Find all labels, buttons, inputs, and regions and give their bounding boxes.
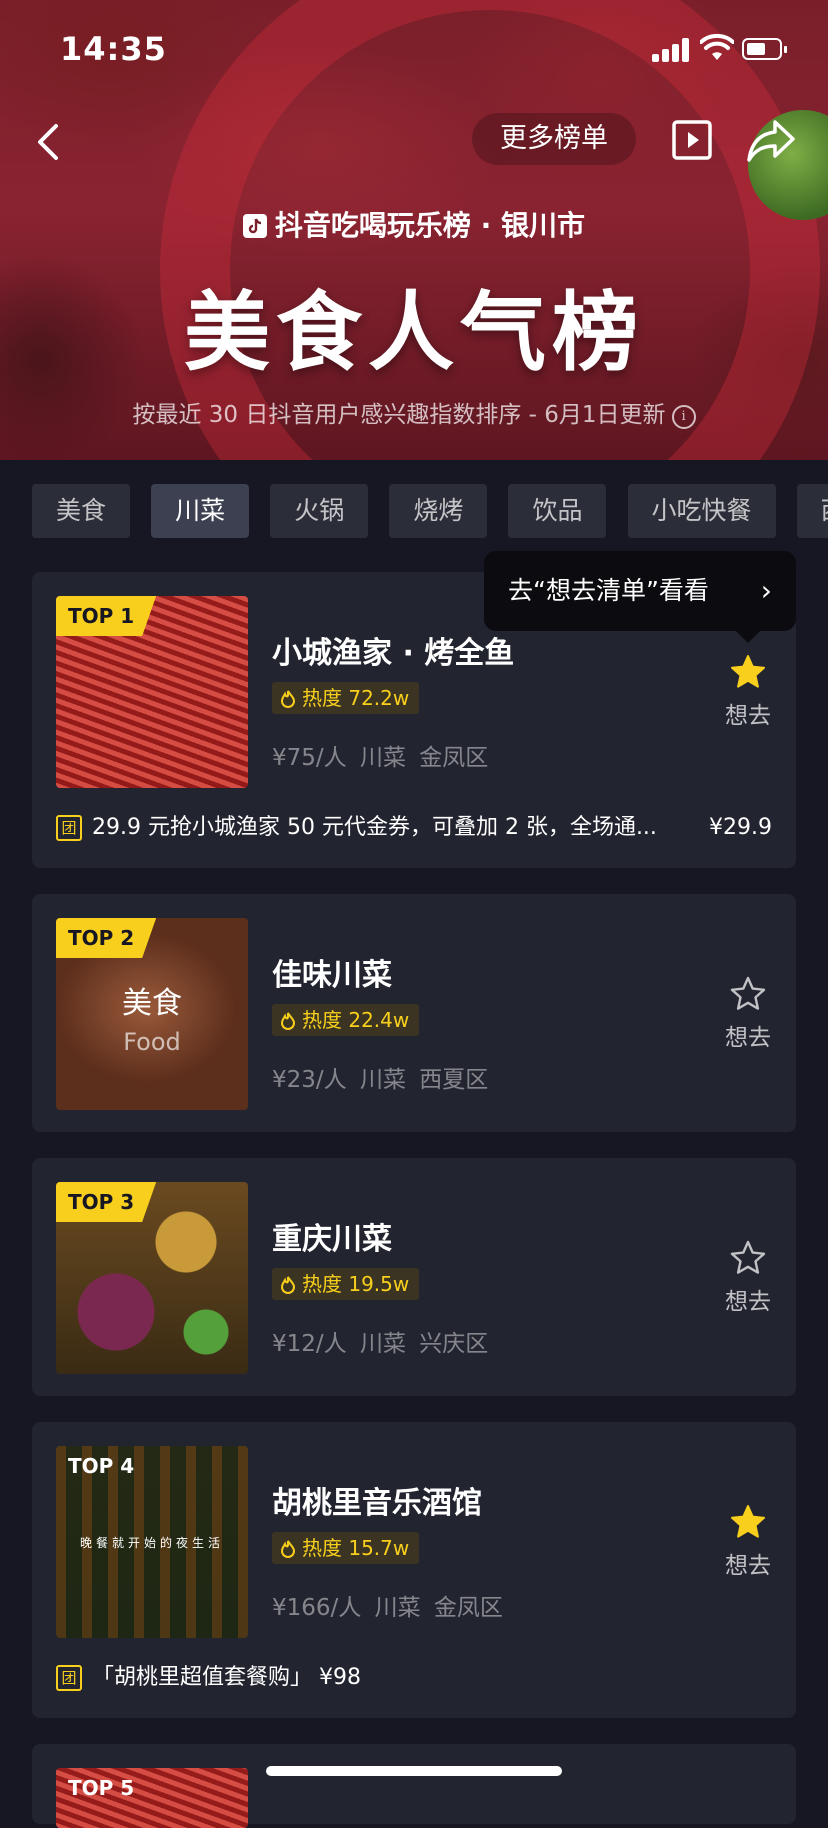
tab-chuancai[interactable]: 川菜 (151, 484, 250, 538)
district-label: 金凤区 (419, 745, 489, 771)
restaurant-image: TOP 2 美食 Food (56, 918, 248, 1110)
wifi-icon (700, 34, 734, 60)
heat-value: 热度 72.2w (302, 686, 410, 710)
want-to-go-button[interactable]: 想去 (718, 1240, 778, 1316)
tab-shaokao[interactable]: 烧烤 (389, 484, 488, 538)
deal-text: 「胡桃里超值套餐购」 ¥98 (92, 1665, 361, 1690)
flame-icon (280, 690, 296, 708)
price-per-person: ¥75/人 (272, 745, 347, 771)
status-bar: 14:35 (0, 0, 828, 100)
want-to-go-button[interactable]: 想去 (718, 654, 778, 730)
rank-badge: TOP 5 (68, 1776, 135, 1800)
heat-badge: 热度 15.7w (272, 1532, 420, 1564)
heat-badge: 热度 72.2w (272, 682, 420, 714)
ranking-card[interactable]: TOP 2 美食 Food 佳味川菜 热度 22.4w ¥23/人 川菜 西夏区… (32, 894, 796, 1132)
restaurant-name: 小城渔家 · 烤全鱼 (272, 636, 515, 671)
chevron-right-icon: › (760, 574, 772, 607)
price-per-person: ¥166/人 (272, 1595, 362, 1621)
ranking-card[interactable]: TOP 3 重庆川菜 热度 19.5w ¥12/人 川菜 兴庆区 想去 (32, 1158, 796, 1396)
tooltip-text: 去“想去清单”看看 (508, 576, 709, 605)
want-label: 想去 (725, 703, 771, 729)
heat-badge: 热度 19.5w (272, 1268, 420, 1300)
info-icon[interactable]: i (671, 405, 696, 429)
restaurant-meta: ¥12/人 川菜 兴庆区 (272, 1324, 488, 1358)
image-placeholder-text: Food (123, 1028, 181, 1056)
star-filled-icon (731, 1505, 765, 1538)
want-to-go-button[interactable]: 想去 (718, 976, 778, 1052)
tab-next[interactable]: 西 (796, 484, 828, 538)
home-indicator (266, 1766, 562, 1776)
cuisine-label: 川菜 (359, 745, 406, 771)
battery-icon (742, 38, 787, 60)
restaurant-meta: ¥23/人 川菜 西夏区 (272, 1060, 488, 1094)
heat-badge: 热度 22.4w (272, 1004, 420, 1036)
rank-badge: TOP 2 (56, 918, 157, 958)
restaurant-image: TOP 4 晚餐就开始的夜生活 (56, 1446, 248, 1638)
wishlist-tooltip[interactable]: 去“想去清单”看看 › (484, 551, 796, 643)
cellular-signal-icon (652, 38, 692, 62)
status-time: 14:35 (60, 30, 167, 68)
ranking-card[interactable]: TOP 4 晚餐就开始的夜生活 胡桃里音乐酒馆 热度 15.7w ¥166/人 … (32, 1422, 796, 1718)
rank-badge: TOP 3 (56, 1182, 157, 1222)
flame-icon (280, 1276, 296, 1294)
flame-icon (280, 1540, 296, 1558)
tab-xiaochi[interactable]: 小吃快餐 (627, 484, 776, 538)
more-lists-button[interactable]: 更多榜单 (472, 113, 636, 165)
tooltip-arrow (736, 631, 760, 643)
hero-banner: 14:35 更多榜单 抖音吃喝玩乐榜 · 银川市 美食人气榜 按最近 30 日抖… (0, 0, 828, 460)
want-label: 想去 (725, 1025, 771, 1051)
tab-meishi[interactable]: 美食 (32, 484, 131, 538)
price-per-person: ¥23/人 (272, 1067, 347, 1093)
group-buy-icon: 团 (56, 815, 82, 841)
deal-price: ¥29.9 (709, 815, 772, 840)
star-filled-icon (731, 655, 765, 688)
page-title: 美食人气榜 (184, 283, 644, 383)
price-per-person: ¥12/人 (272, 1331, 347, 1357)
back-arrow-icon[interactable] (30, 120, 66, 164)
rank-badge: TOP 1 (56, 596, 157, 636)
brand-label: 抖音吃喝玩乐榜 · 银川市 (0, 204, 828, 244)
district-label: 西夏区 (419, 1067, 489, 1093)
heat-value: 热度 22.4w (302, 1008, 410, 1032)
image-caption: 晚餐就开始的夜生活 (79, 1536, 224, 1550)
category-tabs: 美食 川菜 火锅 烧烤 饮品 小吃快餐 西 (32, 484, 828, 538)
district-label: 兴庆区 (419, 1331, 489, 1357)
restaurant-image: TOP 1 (56, 596, 248, 788)
restaurant-image: TOP 5 (56, 1768, 248, 1828)
share-icon[interactable] (745, 118, 797, 164)
subtitle-text: 按最近 30 日抖音用户感兴趣指数排序 - 6月1日更新 (132, 402, 666, 428)
ranking-card[interactable]: TOP 5 (32, 1744, 796, 1828)
star-outline-icon (730, 1240, 766, 1274)
flame-icon (280, 1012, 296, 1030)
group-deal[interactable]: 团 29.9 元抢小城渔家 50 元代金券，可叠加 2 张，全场通... ¥29.… (56, 812, 772, 844)
want-label: 想去 (725, 1289, 771, 1315)
heat-value: 热度 15.7w (302, 1536, 410, 1560)
restaurant-name: 胡桃里音乐酒馆 (272, 1486, 482, 1521)
restaurant-meta: ¥75/人 川菜 金凤区 (272, 738, 488, 772)
restaurant-name: 佳味川菜 (272, 958, 392, 993)
cuisine-label: 川菜 (374, 1595, 421, 1621)
ranking-subtitle: 按最近 30 日抖音用户感兴趣指数排序 - 6月1日更新 i (0, 395, 828, 429)
cuisine-label: 川菜 (359, 1331, 406, 1357)
image-placeholder-text: 美食 (122, 986, 182, 1021)
cuisine-label: 川菜 (359, 1067, 406, 1093)
restaurant-meta: ¥166/人 川菜 金凤区 (272, 1588, 503, 1622)
district-label: 金凤区 (433, 1595, 503, 1621)
tab-yinpin[interactable]: 饮品 (508, 484, 607, 538)
deal-text: 29.9 元抢小城渔家 50 元代金券，可叠加 2 张，全场通... (92, 815, 657, 840)
group-deal[interactable]: 团「胡桃里超值套餐购」 ¥98 (56, 1662, 772, 1694)
want-to-go-button[interactable]: 想去 (718, 1504, 778, 1580)
group-buy-icon: 团 (56, 1665, 82, 1691)
restaurant-name: 重庆川菜 (272, 1222, 392, 1257)
star-outline-icon (730, 976, 766, 1010)
heat-value: 热度 19.5w (302, 1272, 410, 1296)
brand-text: 抖音吃喝玩乐榜 · 银川市 (274, 209, 586, 242)
rank-badge: TOP 4 (68, 1454, 135, 1478)
video-play-icon[interactable] (672, 120, 712, 160)
tab-huoguo[interactable]: 火锅 (270, 484, 369, 538)
restaurant-image: TOP 3 (56, 1182, 248, 1374)
douyin-logo-icon (242, 214, 267, 238)
want-label: 想去 (725, 1553, 771, 1579)
